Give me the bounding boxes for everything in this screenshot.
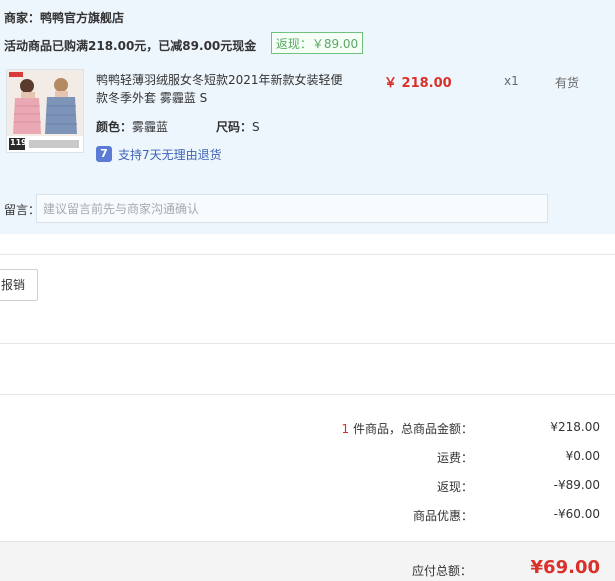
product-title[interactable]: 鸭鸭轻薄羽绒服女冬短款2021年新款女装轻便款冬季外套 雾霾蓝 S xyxy=(96,71,346,107)
size-attribute: 尺码：S xyxy=(216,118,260,135)
discount-label: 商品优惠： xyxy=(412,509,473,523)
return-policy-icon: 7 xyxy=(96,146,112,162)
promo-text: 活动商品已购满218.00元，已减89.00元现金 xyxy=(4,39,257,53)
reimburse-button[interactable]: 报销 xyxy=(0,269,38,301)
shop-row: 商家：鸭鸭官方旗舰店 xyxy=(4,9,124,26)
divider xyxy=(0,394,615,395)
summary-discount-row: 商品优惠： -¥60.00 xyxy=(300,507,600,525)
product-thumbnail[interactable]: 119 xyxy=(6,69,84,153)
discount-value: -¥60.00 xyxy=(553,507,600,521)
divider xyxy=(0,343,615,344)
message-input[interactable] xyxy=(36,194,548,223)
size-value: S xyxy=(252,120,260,134)
total-amount: ¥69.00 xyxy=(530,557,600,578)
shipping-label: 运费： xyxy=(436,451,473,465)
product-quantity: x1 xyxy=(504,74,519,88)
summary-goods-row: 1 件商品，总商品金额： ¥218.00 xyxy=(300,420,600,438)
color-value: 雾霾蓝 xyxy=(132,120,169,134)
return-policy-text[interactable]: 支持7天无理由退货 xyxy=(118,146,222,163)
total-label: 应付总额： xyxy=(411,564,472,578)
shop-name[interactable]: 鸭鸭官方旗舰店 xyxy=(40,11,124,25)
color-attribute: 颜色：雾霾蓝 xyxy=(96,118,168,135)
summary-shipping-row: 运费： ¥0.00 xyxy=(300,449,600,467)
goods-count-suffix: 件商品，总商品金额： xyxy=(349,422,473,436)
thumb-price-badge: 119 xyxy=(10,138,27,147)
total-bar: 应付总额： ¥69.00 xyxy=(0,541,615,581)
cashback-value: -¥89.00 xyxy=(553,478,600,492)
cashback-label: 返现： xyxy=(436,480,473,494)
goods-total: ¥218.00 xyxy=(550,420,600,434)
size-label: 尺码： xyxy=(216,120,253,134)
summary-cashback-row: 返现： -¥89.00 xyxy=(300,478,600,496)
divider xyxy=(0,254,615,255)
product-price: ￥ 218.00 xyxy=(384,76,452,91)
message-label: 留言： xyxy=(4,203,41,217)
goods-count-label: 1 件商品，总商品金额： xyxy=(342,420,473,437)
stock-status: 有货 xyxy=(555,76,580,90)
color-label: 颜色： xyxy=(96,120,133,134)
shop-label: 商家： xyxy=(4,11,41,25)
cashback-badge: 返现：￥89.00 xyxy=(271,32,363,54)
shipping-value: ¥0.00 xyxy=(565,449,600,463)
